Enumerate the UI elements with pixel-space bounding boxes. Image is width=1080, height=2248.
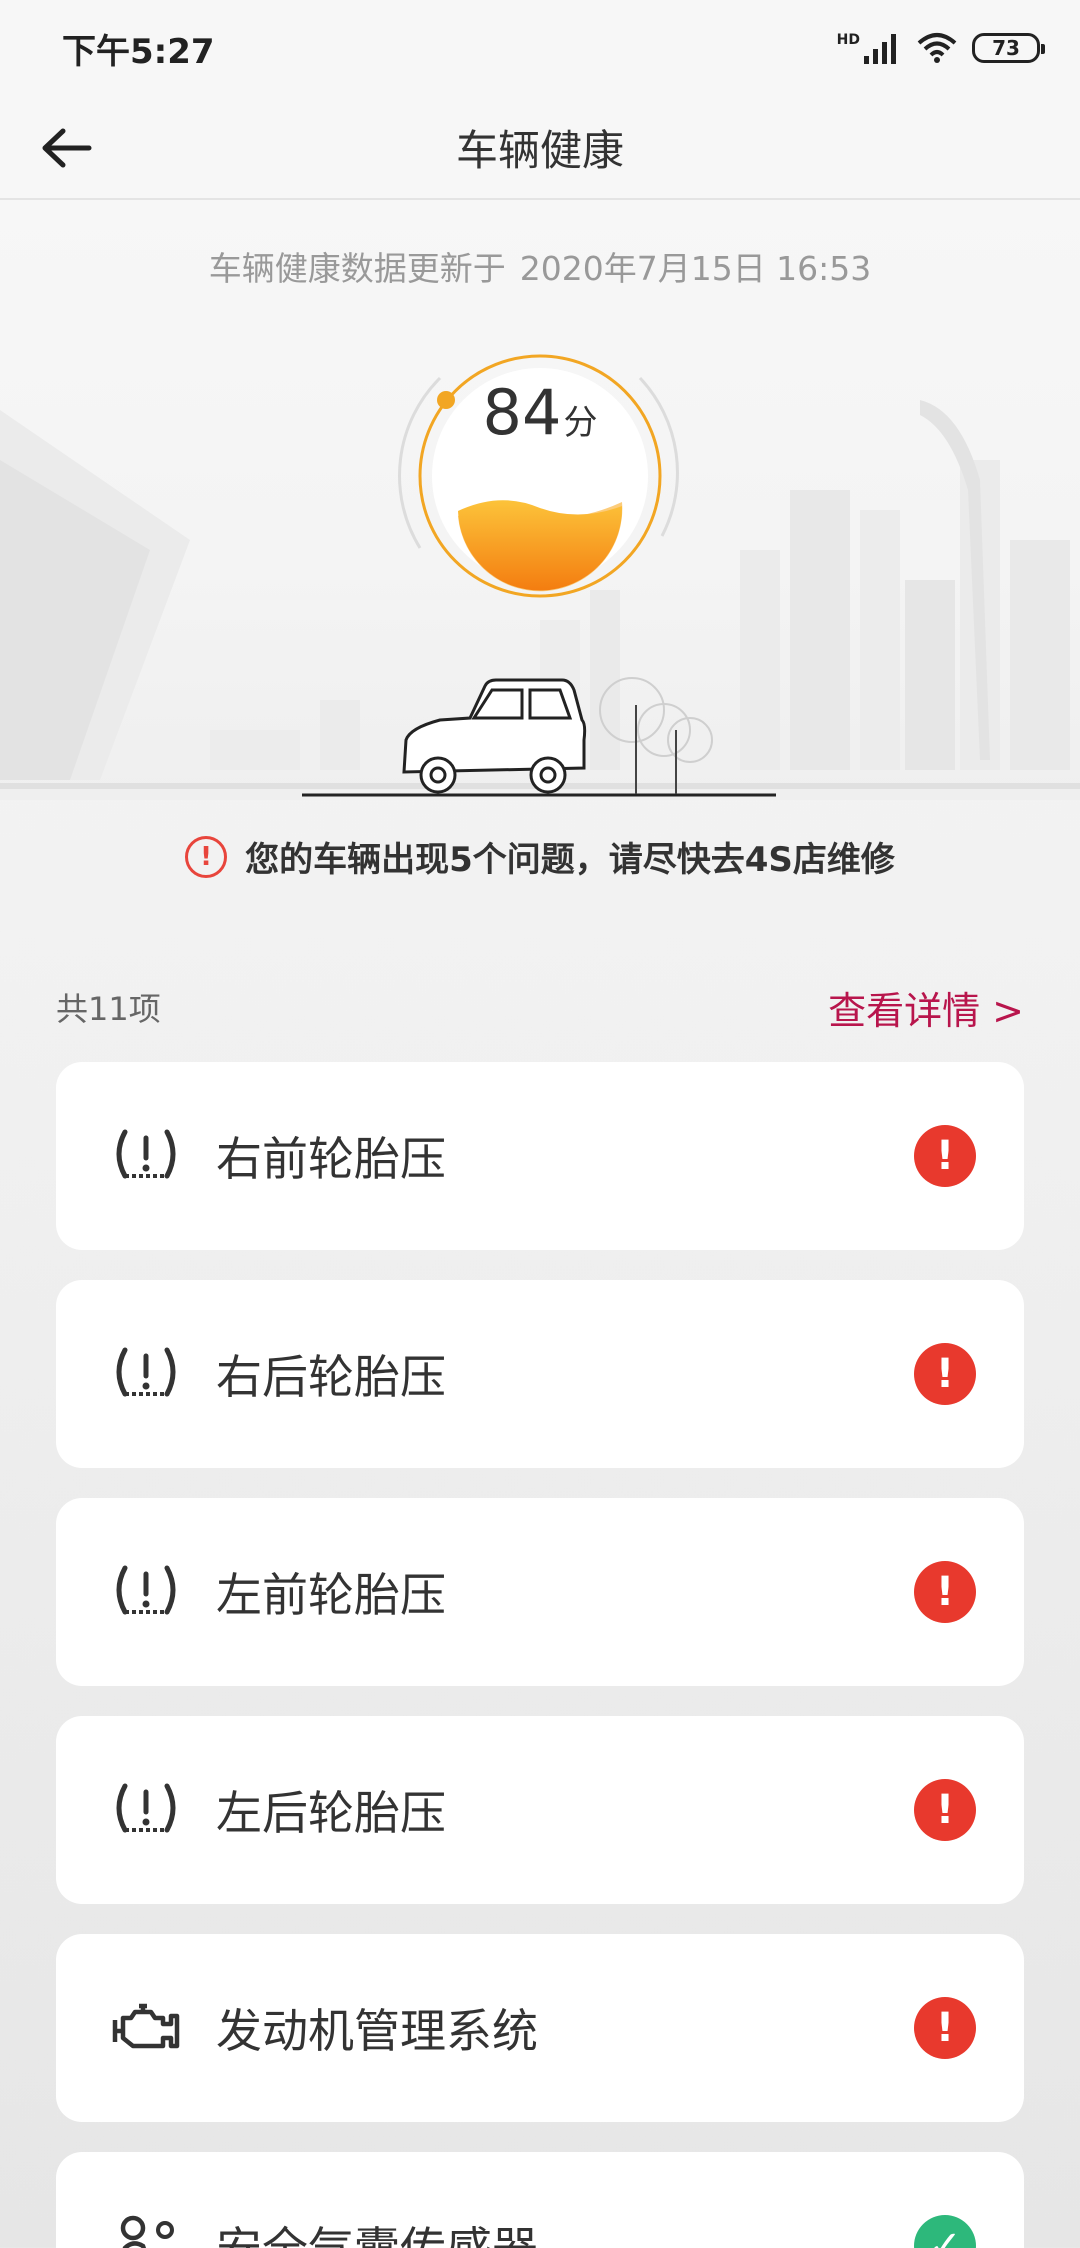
score-unit: 分 bbox=[563, 403, 598, 443]
tire-pressure-icon bbox=[110, 1120, 182, 1192]
engine-icon bbox=[110, 1992, 182, 2064]
tire-pressure-icon bbox=[110, 1556, 182, 1628]
wifi-icon bbox=[917, 33, 957, 63]
error-status-icon: ! bbox=[914, 1343, 976, 1405]
list-item[interactable]: 发动机管理系统 ! bbox=[56, 1934, 1024, 2122]
item-label: 右前轮胎压 bbox=[216, 1132, 446, 1186]
item-label: 安全气囊传感器 bbox=[216, 2213, 914, 2248]
back-button[interactable] bbox=[36, 118, 98, 178]
update-label: 车辆健康数据更新于 bbox=[208, 249, 506, 288]
status-bar: 下午5:27 HD 73 bbox=[0, 0, 1080, 96]
signal-icon bbox=[864, 34, 896, 64]
arrow-left-icon bbox=[42, 128, 92, 168]
status-time: 下午5:27 bbox=[62, 31, 215, 72]
item-count: 共11项 bbox=[56, 990, 161, 1028]
update-time: 2020年7月15日 16:53 bbox=[519, 249, 872, 288]
hd-label: HD bbox=[836, 32, 860, 48]
item-label: 左前轮胎压 bbox=[216, 1568, 446, 1622]
app-bar: 车辆健康 bbox=[0, 96, 1080, 200]
error-status-icon: ! bbox=[914, 1125, 976, 1187]
error-status-icon: ! bbox=[914, 1997, 976, 2059]
health-score-gauge bbox=[398, 354, 679, 598]
page-title: 车辆健康 bbox=[455, 125, 624, 175]
item-label: 右后轮胎压 bbox=[216, 1350, 446, 1404]
list-item[interactable]: 安全气囊传感器 ✓ bbox=[56, 2152, 1024, 2248]
alert-message: 您的车辆出现5个问题，请尽快去4S店维修 bbox=[245, 840, 895, 880]
tire-pressure-icon bbox=[110, 1774, 182, 1846]
list-item[interactable]: 右后轮胎压 ! bbox=[56, 1280, 1024, 1468]
error-status-icon: ! bbox=[914, 1779, 976, 1841]
status-icons: HD 73 bbox=[836, 32, 1045, 64]
list-item[interactable]: 左后轮胎压 ! bbox=[56, 1716, 1024, 1904]
view-details-link[interactable]: 查看详情 > bbox=[828, 980, 1024, 1035]
airbag-icon bbox=[110, 2210, 182, 2248]
issue-alert: ! 您的车辆出现5个问题，请尽快去4S店维修 bbox=[0, 832, 1080, 881]
error-status-icon: ! bbox=[914, 1561, 976, 1623]
health-score: 84分 bbox=[380, 376, 700, 449]
tire-pressure-icon bbox=[110, 1338, 182, 1410]
battery-indicator: 73 bbox=[972, 33, 1045, 63]
warning-icon: ! bbox=[185, 835, 228, 878]
battery-level: 73 bbox=[992, 36, 1020, 60]
item-label: 左后轮胎压 bbox=[216, 1786, 446, 1840]
health-hero: 车辆健康数据更新于 2020年7月15日 16:53 84分 bbox=[0, 200, 1080, 800]
ok-status-icon: ✓ bbox=[914, 2215, 976, 2248]
item-label: 发动机管理系统 bbox=[216, 2004, 538, 2058]
score-value: 84 bbox=[482, 376, 562, 449]
list-item[interactable]: 右前轮胎压 ! bbox=[56, 1062, 1024, 1250]
update-timestamp: 车辆健康数据更新于 2020年7月15日 16:53 bbox=[0, 242, 1080, 290]
list-item[interactable]: 左前轮胎压 ! bbox=[56, 1498, 1024, 1686]
